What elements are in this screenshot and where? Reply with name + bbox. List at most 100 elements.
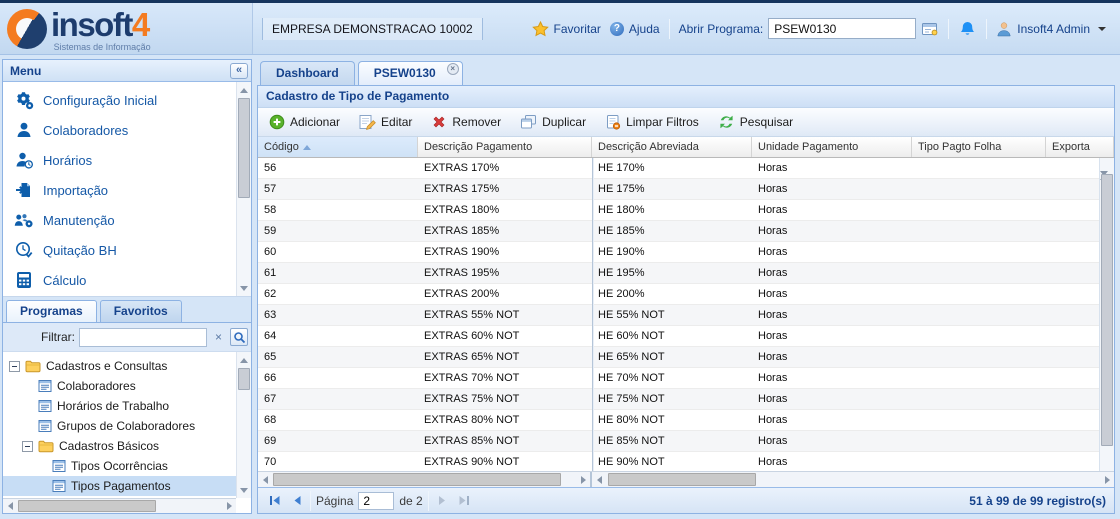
tree-node[interactable]: Cadastros e Consultas: [3, 356, 251, 376]
first-page-button[interactable]: [266, 492, 283, 509]
toolbar-button[interactable]: Duplicar: [517, 112, 589, 132]
menu-item[interactable]: Quitação BH: [5, 235, 251, 265]
table-row[interactable]: 69EXTRAS 85% NOTHE 85% NOTHoras: [258, 431, 1114, 452]
tree-hscrollbar[interactable]: [3, 498, 236, 513]
scroll-left-icon[interactable]: [3, 499, 17, 513]
column-header[interactable]: Unidade Pagamento: [752, 137, 912, 157]
last-page-button-disabled[interactable]: [456, 492, 473, 509]
scroll-right-icon[interactable]: [1100, 472, 1114, 487]
tree-node[interactable]: Cadastros Básicos: [3, 436, 251, 456]
table-row[interactable]: 61EXTRAS 195%HE 195%Horas: [258, 263, 1114, 284]
toolbar-button[interactable]: Editar: [356, 112, 415, 132]
table-row[interactable]: 60EXTRAS 190%HE 190%Horas: [258, 242, 1114, 263]
tree-node[interactable]: Colaboradores: [3, 376, 251, 396]
table-row[interactable]: 67EXTRAS 75% NOTHE 75% NOTHoras: [258, 389, 1114, 410]
menu-item-label: Colaboradores: [43, 123, 128, 138]
scrollbar-thumb[interactable]: [18, 500, 156, 512]
favorite-button[interactable]: Favoritar: [532, 21, 601, 37]
clear-filters-icon: [605, 114, 621, 130]
collapse-node-icon[interactable]: [9, 361, 20, 372]
close-tab-icon[interactable]: [447, 63, 459, 75]
open-program-icon[interactable]: [921, 21, 939, 37]
tree-node[interactable]: Horários de Trabalho: [3, 396, 251, 416]
scrollbar-thumb[interactable]: [1101, 174, 1113, 446]
grid-rows: 56EXTRAS 170%HE 170%Horas57EXTRAS 175%HE…: [258, 158, 1114, 471]
table-row[interactable]: 64EXTRAS 60% NOTHE 60% NOTHoras: [258, 326, 1114, 347]
toolbar-button-label: Remover: [452, 115, 501, 129]
filter-input[interactable]: [79, 328, 207, 347]
search-icon[interactable]: [230, 328, 248, 346]
tree-scrollbar[interactable]: [236, 352, 251, 498]
tree-node[interactable]: Tipos Pagamentos: [3, 476, 251, 496]
table-row[interactable]: 56EXTRAS 170%HE 170%Horas: [258, 158, 1114, 179]
scroll-down-icon[interactable]: [237, 281, 251, 295]
menu-item[interactable]: Importação: [5, 175, 251, 205]
column-header[interactable]: Descrição Pagamento: [418, 137, 592, 157]
table-row[interactable]: 58EXTRAS 180%HE 180%Horas: [258, 200, 1114, 221]
tab-dashboard[interactable]: Dashboard: [260, 61, 355, 85]
collapse-node-icon[interactable]: [22, 441, 33, 452]
separator: [310, 491, 311, 511]
column-header-label: Tipo Pagto Folha: [918, 137, 1001, 157]
tree-node[interactable]: Grupos de Colaboradores: [3, 416, 251, 436]
toolbar-button[interactable]: Pesquisar: [715, 112, 796, 132]
menu-scrollbar[interactable]: [236, 82, 251, 296]
column-header[interactable]: Exporta: [1046, 137, 1114, 157]
menu-item[interactable]: Colaboradores: [5, 115, 251, 145]
table-row[interactable]: 65EXTRAS 65% NOTHE 65% NOTHoras: [258, 347, 1114, 368]
toolbar-button-label: Editar: [381, 115, 412, 129]
open-program-input[interactable]: [768, 18, 916, 39]
scrollbar-thumb[interactable]: [238, 368, 250, 390]
grid-scrollbar[interactable]: [1099, 158, 1114, 471]
table-row[interactable]: 70EXTRAS 90% NOTHE 90% NOTHoras: [258, 452, 1114, 471]
menu-item[interactable]: Configuração Inicial: [5, 85, 251, 115]
scrollbar-thumb[interactable]: [238, 98, 250, 198]
scroll-down-icon[interactable]: [237, 483, 251, 497]
tree-node[interactable]: Tipos Ocorrências: [3, 456, 251, 476]
column-header[interactable]: Descrição Abreviada: [592, 137, 752, 157]
table-row[interactable]: 63EXTRAS 55% NOTHE 55% NOTHoras: [258, 305, 1114, 326]
tab-programas[interactable]: Programas: [6, 300, 97, 322]
table-row[interactable]: 62EXTRAS 200%HE 200%Horas: [258, 284, 1114, 305]
scroll-up-icon[interactable]: [237, 353, 251, 367]
menu-item[interactable]: Cálculo: [5, 265, 251, 295]
table-cell: [912, 179, 1046, 199]
locked-hscrollbar[interactable]: [258, 472, 592, 487]
toolbar: Adicionar Editar Remover Duplicar Limpar Fil…: [258, 108, 1114, 137]
prev-page-button[interactable]: [288, 492, 305, 509]
table-row[interactable]: 57EXTRAS 175%HE 175%Horas: [258, 179, 1114, 200]
tab-favoritos[interactable]: Favoritos: [100, 300, 182, 322]
menu-item[interactable]: Manutenção: [5, 205, 251, 235]
column-header[interactable]: Tipo Pagto Folha: [912, 137, 1046, 157]
sidebar-tabs: Programas Favoritos: [3, 297, 251, 323]
next-page-button-disabled[interactable]: [434, 492, 451, 509]
column-header[interactable]: Código: [258, 137, 418, 157]
scroll-up-icon[interactable]: [237, 83, 251, 97]
table-row[interactable]: 68EXTRAS 80% NOTHE 80% NOTHoras: [258, 410, 1114, 431]
scroll-left-icon[interactable]: [592, 472, 606, 487]
main-hscrollbar[interactable]: [592, 472, 1114, 487]
table-row[interactable]: 66EXTRAS 70% NOTHE 70% NOTHoras: [258, 368, 1114, 389]
toolbar-button[interactable]: Remover: [428, 112, 504, 132]
scrollbar-thumb[interactable]: [608, 473, 756, 486]
table-row[interactable]: 59EXTRAS 185%HE 185%Horas: [258, 221, 1114, 242]
menu-item[interactable]: Horários: [5, 145, 251, 175]
page-number-input[interactable]: [358, 492, 394, 510]
user-menu[interactable]: Insoft4 Admin: [996, 21, 1106, 37]
scroll-left-icon[interactable]: [258, 472, 272, 487]
scroll-right-icon[interactable]: [576, 472, 590, 487]
help-label: Ajuda: [629, 22, 660, 36]
notifications-bell-icon[interactable]: [958, 20, 977, 38]
toolbar-button[interactable]: Adicionar: [266, 112, 343, 132]
toolbar-button[interactable]: Limpar Filtros: [602, 112, 702, 132]
collapse-sidebar-button[interactable]: [230, 63, 248, 79]
help-button[interactable]: Ajuda: [610, 22, 660, 36]
table-cell: EXTRAS 70% NOT: [418, 368, 592, 388]
tree-node-label: Horários de Trabalho: [57, 399, 169, 413]
panel-title: Cadastro de Tipo de Pagamento: [258, 86, 1114, 108]
remove-icon: [431, 114, 447, 130]
clear-filter-icon[interactable]: [211, 329, 226, 346]
scroll-right-icon[interactable]: [222, 499, 236, 513]
tab-psew0130[interactable]: PSEW0130: [358, 61, 463, 85]
scrollbar-thumb[interactable]: [273, 473, 561, 486]
